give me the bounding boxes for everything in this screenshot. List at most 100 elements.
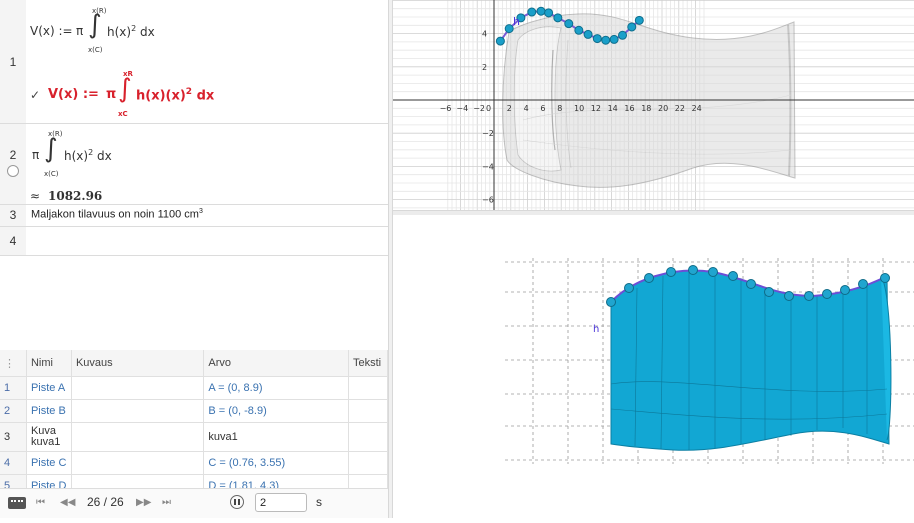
- y-tick-label: 4: [482, 30, 487, 39]
- cell-value[interactable]: B = (0, -8.9): [203, 399, 349, 423]
- graphics-view-3d[interactable]: h: [393, 214, 914, 518]
- control-point-3d: [606, 297, 616, 307]
- control-point: [544, 8, 554, 18]
- graph-canvas[interactable]: −6 −4 −2 0 2 4 6 8 10 12 14 16 18 20 22 2442−2−4−6 h: [393, 0, 914, 210]
- control-point-3d: [746, 279, 756, 289]
- x-tick-label: 0: [486, 104, 491, 113]
- cell-name[interactable]: Kuva kuva1: [26, 422, 72, 452]
- row-number-column: [0, 124, 26, 204]
- cas-text: Maljakon tilavuus on noin 1100 cm3: [31, 208, 203, 221]
- row-number: 3: [0, 422, 27, 452]
- control-point-3d: [688, 265, 698, 275]
- visibility-toggle[interactable]: [7, 165, 19, 177]
- x-tick-label: 4: [524, 104, 529, 113]
- table-row[interactable]: 1 Piste A A = (0, 8.9): [0, 376, 389, 400]
- integral-upper: xR: [123, 70, 133, 78]
- row-number: 2: [0, 399, 27, 423]
- y-tick-label: −2: [482, 129, 494, 138]
- drag-handle-icon[interactable]: ⋮: [0, 350, 27, 377]
- graphics-view-2d[interactable]: −6 −4 −2 0 2 4 6 8 10 12 14 16 18 20 22 24 4 2 −2 −4 −6 h: [393, 0, 914, 210]
- row-number: 1: [9, 55, 17, 69]
- cell-desc[interactable]: [71, 422, 205, 452]
- x-tick-label: 2: [507, 104, 512, 113]
- vase-surface[interactable]: [610, 270, 892, 451]
- control-point: [536, 6, 546, 16]
- row-number: 4: [9, 234, 17, 248]
- cas-output-lhs: V(x) :=: [48, 87, 99, 102]
- x-tick-label: 24: [692, 104, 702, 113]
- cas-row[interactable]: 2 π ∫ x(R) x(C) h(x)2 dx ≈ 1082.96: [0, 124, 388, 205]
- column-header[interactable]: Kuvaus: [71, 350, 205, 377]
- cell-text[interactable]: [348, 422, 389, 452]
- play-speed-input[interactable]: [255, 493, 307, 512]
- cas-result: 1082.96: [48, 189, 103, 203]
- integral-lower: x(C): [88, 46, 103, 54]
- 3d-canvas[interactable]: h: [393, 214, 914, 518]
- control-point-3d: [644, 273, 654, 283]
- y-tick-label: 2: [482, 63, 487, 72]
- approx-symbol: ≈: [30, 189, 41, 203]
- table-row[interactable]: 2 Piste B B = (0, -8.9): [0, 399, 389, 423]
- first-step-button[interactable]: ⏮: [36, 497, 45, 508]
- column-header[interactable]: Nimi: [26, 350, 72, 377]
- control-point-3d: [858, 279, 868, 289]
- cas-row[interactable]: 1 V(x) := π ∫ x(R) x(C) h(x)2 dx ✓ V(x) …: [0, 0, 388, 124]
- pi-symbol: π: [32, 148, 40, 162]
- pi-symbol: π: [106, 87, 117, 102]
- keyboard-icon[interactable]: [8, 497, 26, 509]
- cas-input-lhs: V(x) :=: [30, 24, 73, 38]
- column-header[interactable]: Teksti: [348, 350, 389, 377]
- curve-label: h: [513, 15, 520, 28]
- table-row[interactable]: 3 Kuva kuva1 kuva1: [0, 422, 389, 452]
- check-icon: ✓: [30, 88, 41, 102]
- cell-text[interactable]: [348, 451, 389, 475]
- x-tick-label: 22: [675, 104, 685, 113]
- row-number: 4: [0, 451, 27, 475]
- table-row[interactable]: 4 Piste C C = (0.76, 3.55): [0, 451, 389, 475]
- cell-name[interactable]: Piste B: [26, 399, 72, 423]
- cell-desc[interactable]: [71, 399, 205, 423]
- cell-name[interactable]: Piste A: [26, 376, 72, 400]
- object-grid: ⋮ Nimi Kuvaus Arvo Teksti 1 Piste A A = …: [0, 350, 389, 498]
- cell-text[interactable]: [348, 376, 389, 400]
- cell-value[interactable]: kuva1: [203, 422, 349, 452]
- cell-text[interactable]: [348, 399, 389, 423]
- x-tick-label: 6: [540, 104, 545, 113]
- control-point: [553, 13, 563, 23]
- cell-desc[interactable]: [71, 451, 205, 475]
- cas-row[interactable]: 4: [0, 227, 388, 256]
- cell-name[interactable]: Piste C: [26, 451, 72, 475]
- control-point-3d: [624, 283, 634, 293]
- column-header[interactable]: Arvo: [203, 350, 349, 377]
- control-point: [527, 7, 537, 17]
- control-point: [574, 25, 584, 35]
- integrand: h(x)2 dx: [107, 24, 155, 39]
- control-point: [634, 15, 644, 25]
- cell-value[interactable]: A = (0, 8.9): [203, 376, 349, 400]
- control-point-3d: [804, 291, 814, 301]
- cell-desc[interactable]: [71, 376, 205, 400]
- integral-sign: ∫: [88, 10, 102, 40]
- last-step-button[interactable]: ⏭: [162, 497, 171, 508]
- integral-lower: x(C): [44, 170, 59, 178]
- x-tick-label: 18: [641, 104, 651, 113]
- control-point-3d: [880, 273, 890, 283]
- object-table: ⋮ Nimi Kuvaus Arvo Teksti 1 Piste A A = …: [0, 350, 389, 498]
- cas-view: 1 V(x) := π ∫ x(R) x(C) h(x)2 dx ✓ V(x) …: [0, 0, 388, 350]
- x-tick-label: 8: [557, 104, 562, 113]
- cas-row[interactable]: 3 Maljakon tilavuus on noin 1100 cm3: [0, 205, 388, 227]
- next-step-button[interactable]: ▶▶: [136, 497, 151, 508]
- control-point: [609, 34, 619, 44]
- control-point: [627, 22, 637, 32]
- integrand: h(x)2 dx: [64, 148, 112, 163]
- control-point-3d: [728, 271, 738, 281]
- control-point-3d: [666, 267, 676, 277]
- cell-value[interactable]: C = (0.76, 3.55): [203, 451, 349, 475]
- pause-icon[interactable]: [230, 495, 244, 509]
- x-tick-label: 12: [591, 104, 601, 113]
- construction-protocol-navigation: ⏮ ◀◀ 26 / 26 ▶▶ ⏭ s: [0, 488, 388, 518]
- previous-step-button[interactable]: ◀◀: [60, 497, 75, 508]
- integral-sign: ∫: [118, 74, 132, 104]
- row-number: 3: [9, 208, 17, 222]
- x-tick-label: −6: [440, 104, 452, 113]
